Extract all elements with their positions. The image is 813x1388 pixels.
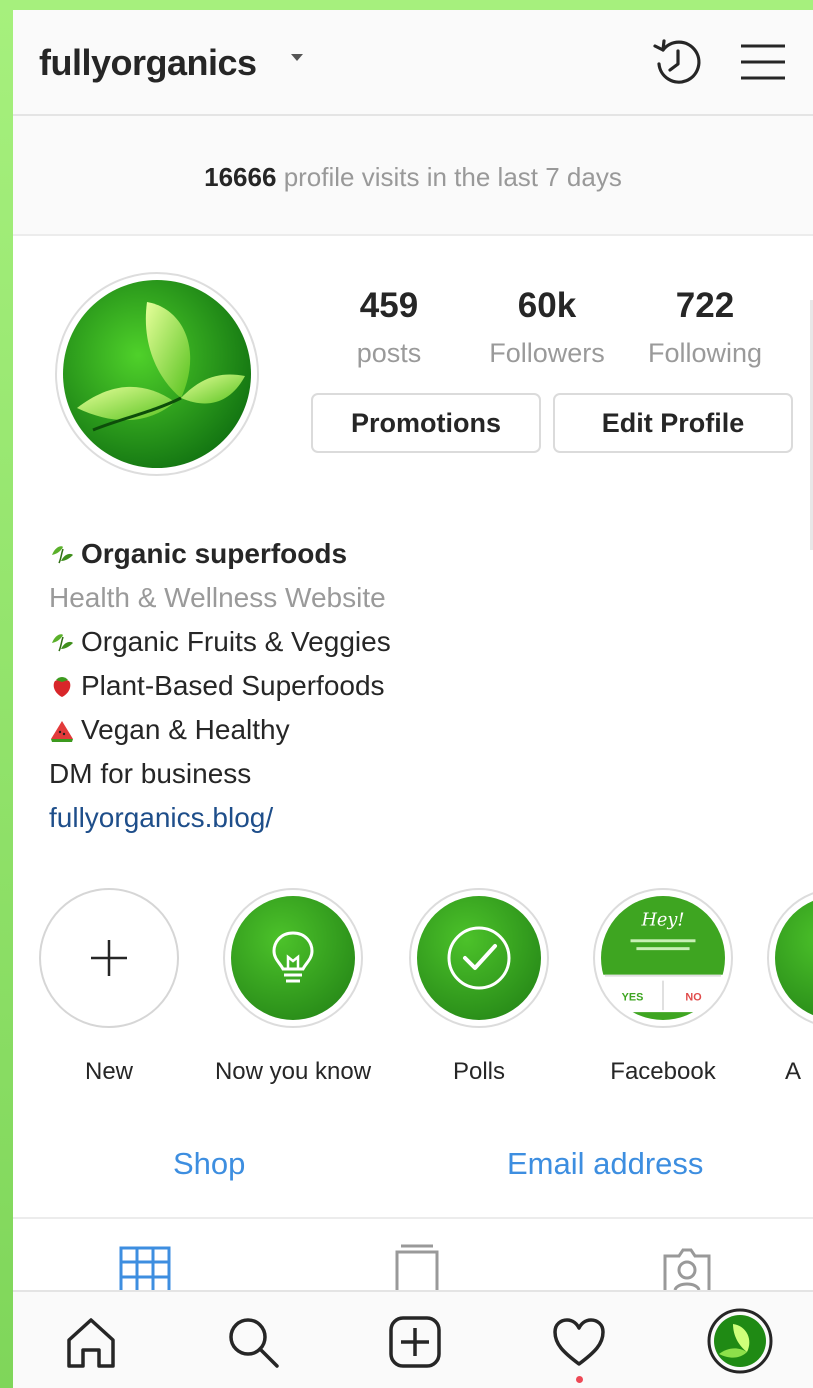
activity-heart-icon[interactable] [549, 1312, 609, 1372]
following-count: 722 [675, 286, 735, 325]
profile-visits-text: 16666 profile visits in the last 7 days [13, 162, 813, 193]
bio-line: Plant-Based Superfoods [49, 664, 391, 708]
bio-category: Health & Wellness Website [49, 582, 386, 613]
bio-name: Organic superfoods [81, 538, 348, 569]
watermelon-icon [51, 721, 73, 742]
top-bar: fullyorganics [13, 10, 813, 116]
shop-button[interactable]: Shop [173, 1146, 245, 1182]
herb-icon [52, 634, 73, 652]
herb-icon [52, 546, 73, 564]
posts-count: 459 [359, 286, 419, 325]
visits-count: 16666 [204, 162, 277, 192]
divider [13, 1217, 813, 1219]
email-address-button[interactable]: Email address [507, 1146, 703, 1182]
bio-line: Vegan & Healthy [49, 708, 391, 752]
posts-stat[interactable]: 459 posts [309, 286, 469, 369]
promotions-button[interactable]: Promotions [311, 393, 541, 453]
search-icon[interactable] [223, 1312, 283, 1372]
profile-avatar[interactable] [707, 1308, 773, 1374]
followers-stat[interactable]: 60k Followers [467, 286, 627, 369]
highlight-facebook[interactable]: Hey! YES NO Facebook [583, 888, 743, 1086]
followers-count: 60k [517, 286, 577, 325]
facebook-poll-thumbnail: Hey! YES NO [601, 896, 725, 1020]
highlight-partial[interactable]: A [767, 888, 813, 1086]
highlight-label: Now you know [214, 1058, 372, 1085]
menu-icon[interactable] [735, 34, 791, 90]
highlight-label: New [84, 1058, 133, 1085]
bio-name-line: Organic superfoods [49, 532, 391, 576]
following-stat[interactable]: 722 Following [625, 286, 785, 369]
bio-website-link[interactable]: fullyorganics.blog/ [49, 796, 391, 840]
following-label: Following [647, 338, 763, 368]
facebook-poll-no: NO [685, 991, 701, 1003]
followers-label: Followers [489, 338, 605, 368]
username-switcher[interactable]: fullyorganics [39, 42, 257, 84]
lightbulb-icon [231, 896, 355, 1020]
highlight-new[interactable]: New [29, 888, 189, 1086]
posts-label: posts [356, 338, 422, 368]
highlight-polls[interactable]: Polls [399, 888, 559, 1086]
bio-line-text: DM for business [49, 758, 252, 789]
highlight-label: Polls [452, 1058, 506, 1085]
visits-caption: profile visits in the last 7 days [283, 162, 622, 192]
facebook-poll-heading: Hey! [640, 911, 684, 931]
bio-line-text: Organic Fruits & Veggies [81, 626, 391, 657]
leaf-image [63, 280, 251, 468]
bottom-navigation [13, 1290, 813, 1388]
bio-line: Organic Fruits & Veggies [49, 620, 391, 664]
profile-avatar-large[interactable] [55, 272, 259, 476]
activity-history-icon[interactable] [649, 34, 705, 90]
profile-bio: Organic superfoods Health & Wellness Web… [49, 532, 391, 840]
notification-dot [576, 1376, 583, 1383]
highlight-now-you-know[interactable]: Now you know [213, 888, 373, 1086]
bio-line-text: Plant-Based Superfoods [81, 670, 385, 701]
plus-icon [47, 896, 171, 1020]
highlight-label: A [785, 1058, 802, 1085]
instagram-profile-screen: fullyorganics 16666 profile visits in th… [13, 10, 813, 1388]
profile-visits-banner[interactable]: 16666 profile visits in the last 7 days [13, 116, 813, 236]
home-icon[interactable] [61, 1312, 121, 1372]
highlight-label: Facebook [610, 1058, 716, 1085]
chevron-down-icon[interactable] [291, 54, 303, 61]
new-post-icon[interactable] [385, 1312, 445, 1372]
checkmark-icon [417, 896, 541, 1020]
edit-profile-button[interactable]: Edit Profile [553, 393, 793, 453]
facebook-poll-yes: YES [622, 991, 644, 1003]
bio-line-text: Vegan & Healthy [81, 714, 290, 745]
strawberry-icon [53, 677, 71, 697]
